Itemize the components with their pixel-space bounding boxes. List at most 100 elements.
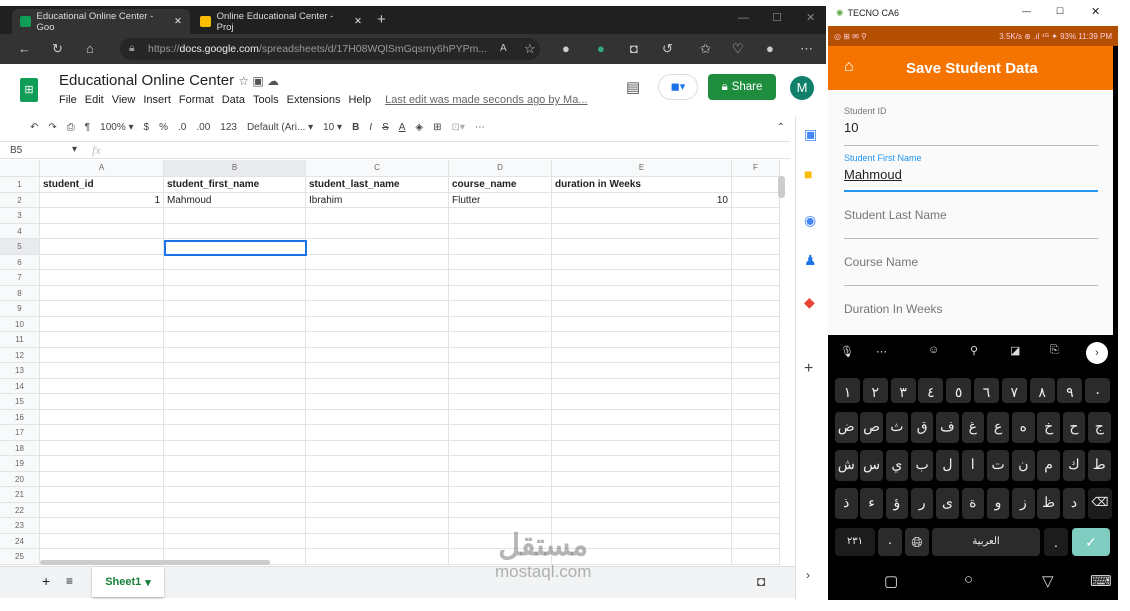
maps-icon[interactable]: ◆: [804, 294, 815, 311]
row-header[interactable]: 7: [0, 270, 40, 286]
row-header[interactable]: 1: [0, 177, 40, 193]
cell[interactable]: [552, 363, 732, 379]
cell[interactable]: [732, 270, 780, 286]
new-tab-icon[interactable]: +: [377, 11, 386, 28]
cell[interactable]: [40, 239, 164, 255]
decrease-decimal-button[interactable]: .0: [178, 122, 186, 133]
favorite-icon[interactable]: ☆: [524, 41, 536, 57]
cell[interactable]: [449, 208, 552, 224]
cell[interactable]: duration in Weeks: [552, 177, 732, 193]
home-icon[interactable]: ⌂: [86, 41, 94, 56]
column-header-d[interactable]: D: [449, 160, 552, 177]
cell[interactable]: [164, 347, 306, 363]
cell[interactable]: student_id: [40, 177, 164, 193]
menu-edit[interactable]: Edit: [85, 94, 104, 106]
home-nav-icon[interactable]: ○: [964, 571, 973, 588]
key[interactable]: ط: [1088, 450, 1111, 481]
row-header[interactable]: 16: [0, 409, 40, 425]
cell[interactable]: [40, 518, 164, 534]
cell[interactable]: [306, 270, 449, 286]
avatar[interactable]: M: [790, 76, 814, 100]
cell[interactable]: [552, 378, 732, 394]
text-color-button[interactable]: A: [399, 122, 406, 133]
maximize-icon[interactable]: ☐: [772, 11, 782, 24]
minimize-icon[interactable]: —: [738, 12, 749, 24]
cell[interactable]: [306, 549, 449, 565]
cell[interactable]: [306, 316, 449, 332]
borders-icon[interactable]: ⊞: [433, 122, 441, 133]
back-icon[interactable]: ←: [18, 41, 31, 56]
cell[interactable]: [306, 254, 449, 270]
key[interactable]: ٢: [862, 378, 888, 403]
cell[interactable]: [164, 316, 306, 332]
cell[interactable]: [552, 254, 732, 270]
column-header-c[interactable]: C: [306, 160, 449, 177]
course-name-field[interactable]: Course Name: [844, 255, 1098, 286]
key[interactable]: ح: [1062, 412, 1086, 443]
expand-panel-icon[interactable]: ›: [806, 568, 810, 582]
key[interactable]: خ: [1037, 412, 1060, 443]
cell[interactable]: [552, 394, 732, 410]
last-name-field[interactable]: Student Last Name: [844, 208, 1098, 239]
extension-icon[interactable]: ●: [597, 41, 605, 56]
key[interactable]: ن: [1012, 450, 1035, 481]
cell[interactable]: [449, 440, 552, 456]
row-header[interactable]: 18: [0, 440, 40, 456]
cell[interactable]: [732, 254, 780, 270]
cell[interactable]: [164, 533, 306, 549]
key[interactable]: ت: [986, 450, 1010, 481]
all-sheets-icon[interactable]: ≡: [66, 574, 73, 588]
cell[interactable]: [40, 378, 164, 394]
strikethrough-button[interactable]: S: [382, 122, 389, 133]
cell[interactable]: [164, 425, 306, 441]
student-id-field[interactable]: Student ID 10: [844, 106, 1098, 146]
cell[interactable]: [449, 254, 552, 270]
close-icon[interactable]: ✕: [1091, 5, 1100, 18]
cell[interactable]: [449, 301, 552, 317]
cell[interactable]: [552, 440, 732, 456]
cell[interactable]: [164, 208, 306, 224]
cell[interactable]: [732, 192, 780, 208]
cell[interactable]: [40, 456, 164, 472]
cell[interactable]: [306, 223, 449, 239]
row-header[interactable]: 21: [0, 487, 40, 503]
period-key[interactable]: .: [1044, 528, 1068, 556]
cell[interactable]: [306, 487, 449, 503]
more-icon[interactable]: ⋯: [800, 41, 813, 57]
cell[interactable]: [732, 533, 780, 549]
cell[interactable]: [40, 254, 164, 270]
expand-toolbar-icon[interactable]: ›: [1086, 342, 1108, 364]
read-aloud-icon[interactable]: A: [500, 43, 507, 54]
cell[interactable]: [164, 440, 306, 456]
key[interactable]: ظ: [1037, 488, 1060, 519]
cell[interactable]: [164, 394, 306, 410]
cell[interactable]: student_first_name: [164, 177, 306, 193]
menu-format[interactable]: Format: [179, 94, 214, 106]
cell[interactable]: [732, 347, 780, 363]
key[interactable]: ص: [860, 412, 883, 443]
percent-button[interactable]: %: [159, 122, 168, 133]
cell[interactable]: [732, 239, 780, 255]
key[interactable]: ٦: [974, 378, 999, 403]
name-box-dropdown-icon[interactable]: ▾: [72, 144, 77, 155]
cell[interactable]: 10: [552, 192, 732, 208]
cell[interactable]: [164, 363, 306, 379]
row-header[interactable]: 11: [0, 332, 40, 348]
cell[interactable]: [449, 332, 552, 348]
cell[interactable]: [732, 456, 780, 472]
cell[interactable]: [40, 409, 164, 425]
cell[interactable]: [552, 301, 732, 317]
row-header[interactable]: 15: [0, 394, 40, 410]
row-header[interactable]: 17: [0, 425, 40, 441]
close-window-icon[interactable]: ✕: [806, 11, 815, 24]
document-title[interactable]: Educational Online Center ☆ ▣ ☁: [59, 72, 279, 89]
cell[interactable]: [164, 332, 306, 348]
cell[interactable]: [732, 316, 780, 332]
cell[interactable]: [732, 487, 780, 503]
key[interactable]: ش: [835, 450, 858, 481]
undo-icon[interactable]: ↶: [30, 122, 38, 133]
row-header[interactable]: 3: [0, 208, 40, 224]
keep-icon[interactable]: ■: [804, 166, 812, 182]
extension-icon[interactable]: ●: [562, 41, 570, 56]
space-key[interactable]: العربية: [932, 528, 1040, 556]
